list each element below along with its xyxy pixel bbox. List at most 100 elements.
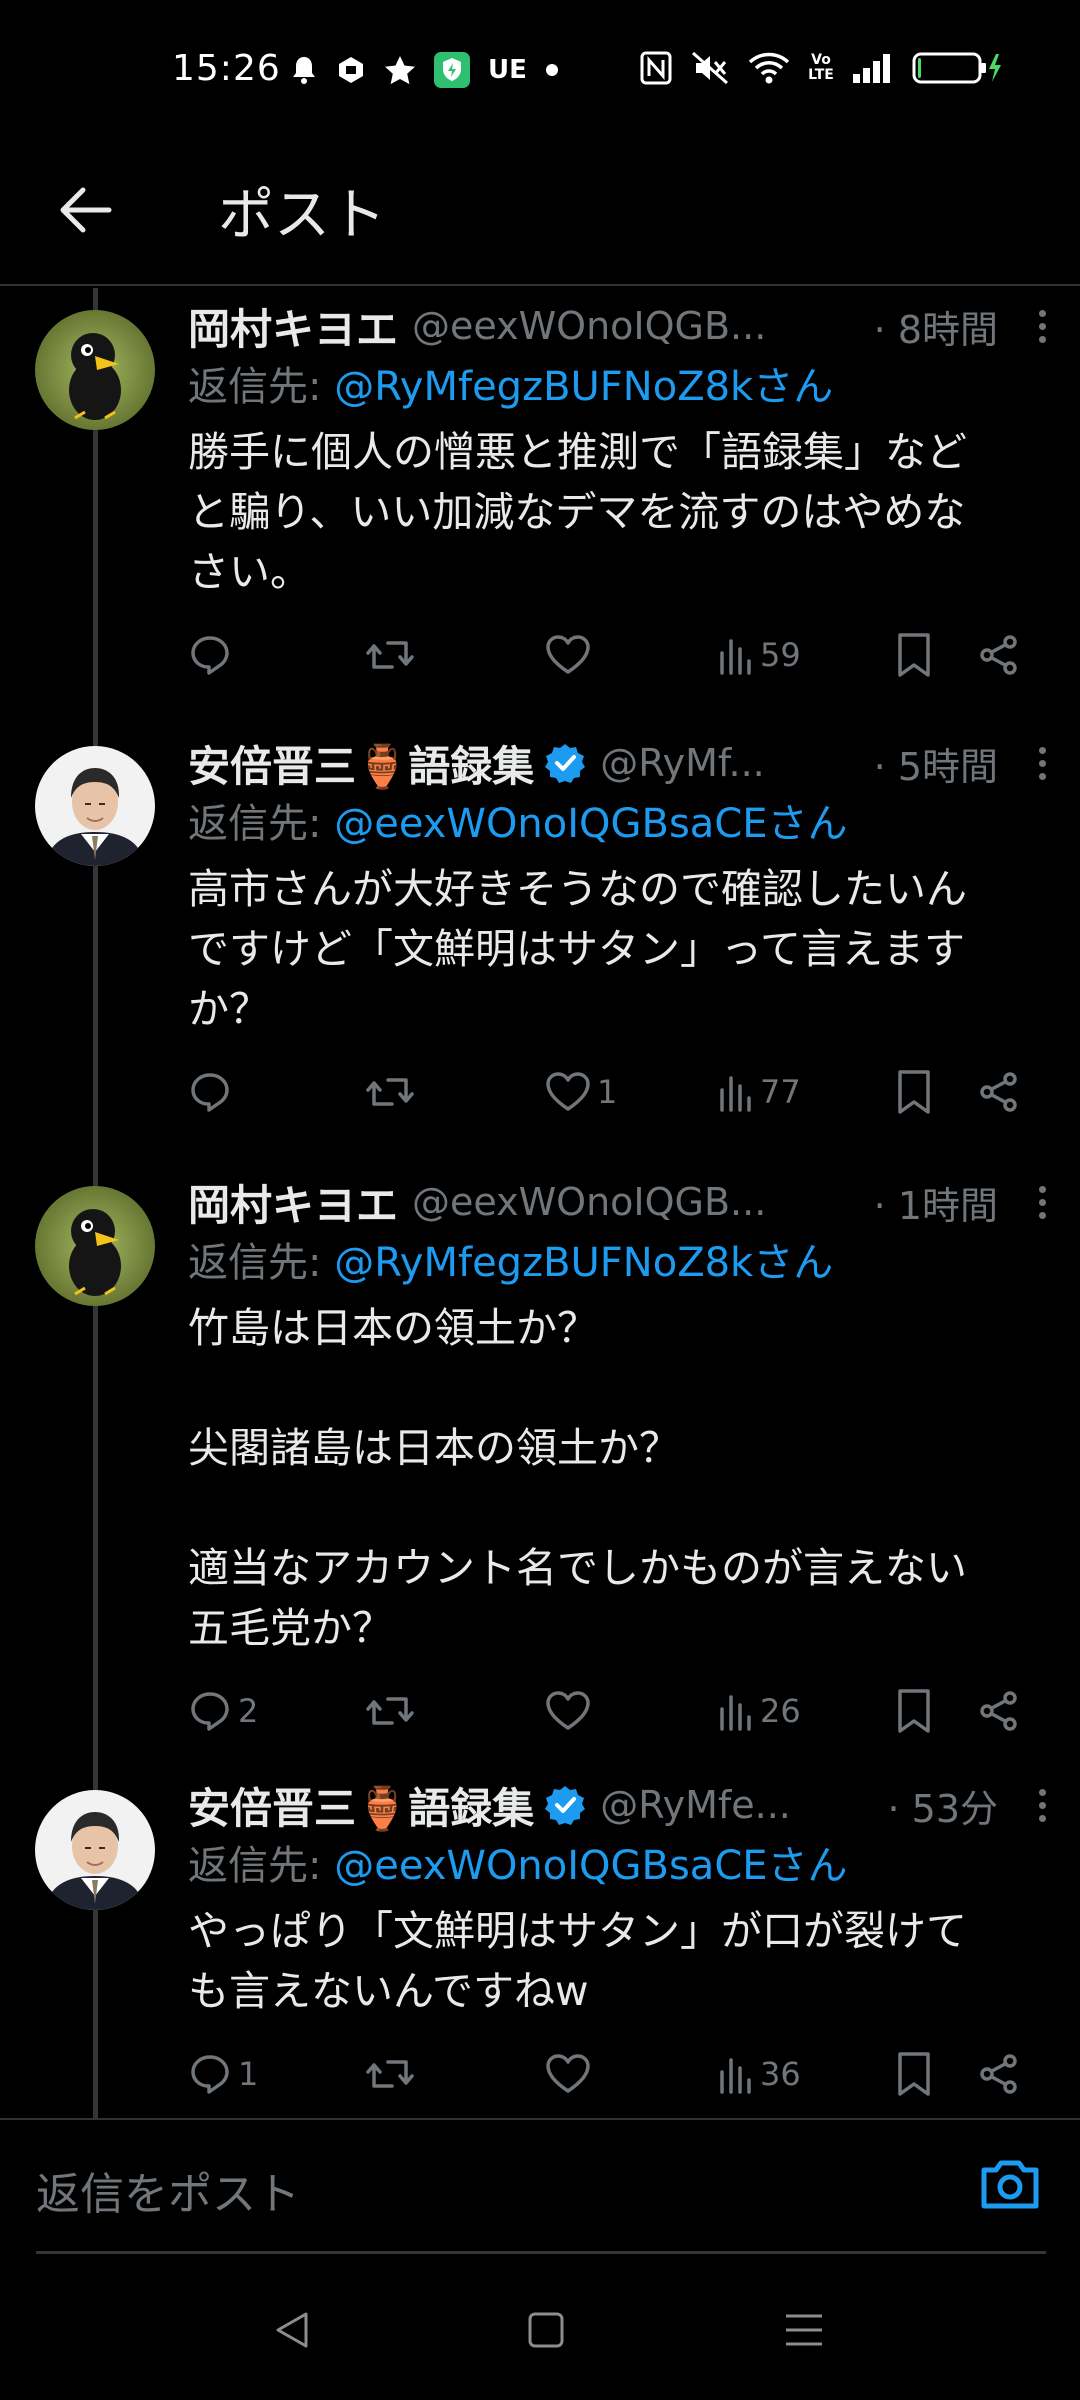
status-time: 15:26 xyxy=(172,48,281,89)
bookmark-icon xyxy=(896,1688,932,1734)
like-button[interactable] xyxy=(545,1676,597,1746)
like-button[interactable] xyxy=(545,620,597,690)
view-count: 59 xyxy=(760,636,801,674)
reply-to-prefix: 返信先: xyxy=(188,1843,335,1889)
reply-icon xyxy=(188,1070,232,1114)
display-name[interactable]: 岡村キヨエ xyxy=(188,296,398,357)
post-body: 安倍晋三🏺語録集 @RyMfe... · 53分 返信先: @eexWOnoIQ… xyxy=(188,1775,1052,2109)
more-options-button[interactable] xyxy=(1032,309,1052,343)
reply-mention-link[interactable]: @RyMfegzBUFNoZ8kさん xyxy=(334,364,833,410)
reply-placeholder: 返信をポスト xyxy=(36,2169,300,2220)
avatar[interactable] xyxy=(35,1790,155,1910)
avatar[interactable] xyxy=(35,310,155,430)
post-header: 安倍晋三🏺語録集 @RyMfe... · 53分 xyxy=(188,1775,1052,1835)
post-header: 岡村キヨエ @eexWOnoIQGB... · 8時間 xyxy=(188,296,1052,356)
reply-composer: 返信をポスト xyxy=(0,2118,1080,2258)
analytics-icon xyxy=(718,2054,754,2094)
views-button[interactable]: 59 xyxy=(718,620,801,690)
reply-to-prefix: 返信先: xyxy=(188,1240,335,1286)
display-name[interactable]: 岡村キヨエ xyxy=(188,1172,398,1233)
more-dot-icon xyxy=(1038,759,1046,767)
reply-mention-link[interactable]: @eexWOnoIQGBsaCEさん xyxy=(334,801,847,847)
view-count: 77 xyxy=(760,1073,801,1111)
heart-icon xyxy=(545,2053,591,2095)
wifi-icon xyxy=(748,51,790,85)
nav-menu-button[interactable] xyxy=(776,2302,832,2358)
repost-button[interactable] xyxy=(364,1676,422,1746)
reply-input[interactable]: 返信をポスト xyxy=(36,2120,1046,2254)
square-home-icon xyxy=(528,2312,564,2348)
user-handle[interactable]: @eexWOnoIQGB... xyxy=(412,304,864,348)
more-dot-icon xyxy=(1038,309,1046,317)
shield-icon xyxy=(434,52,470,88)
bookmark-button[interactable] xyxy=(896,620,932,690)
user-handle[interactable]: @RyMf... xyxy=(600,741,863,785)
avatar[interactable] xyxy=(35,1186,155,1306)
more-options-button[interactable] xyxy=(1032,746,1052,780)
more-dot-icon xyxy=(1038,1185,1046,1193)
more-dot-icon xyxy=(1038,746,1046,754)
views-button[interactable]: 77 xyxy=(718,1057,801,1127)
like-button[interactable] xyxy=(545,2039,597,2109)
repost-button[interactable] xyxy=(364,620,422,690)
user-handle[interactable]: @eexWOnoIQGB... xyxy=(412,1180,864,1224)
share-button[interactable] xyxy=(978,1057,1020,1127)
more-dot-icon xyxy=(1038,1211,1046,1219)
share-button[interactable] xyxy=(978,1676,1020,1746)
repost-icon xyxy=(364,2052,416,2096)
page-title: ポスト xyxy=(218,183,386,248)
bookmark-button[interactable] xyxy=(896,1057,932,1127)
share-button[interactable] xyxy=(978,2039,1020,2109)
avatar[interactable] xyxy=(35,746,155,866)
reply-button[interactable]: 2 xyxy=(188,1676,258,1746)
back-button[interactable] xyxy=(50,175,120,245)
post-text: 勝手に個人の憎悪と推測で「語録集」など と騙り、いい加減なデマを流すのはやめな … xyxy=(188,428,967,596)
repost-icon xyxy=(364,1070,416,1114)
reply-button[interactable]: 1 xyxy=(188,2039,258,2109)
reply-mention-link[interactable]: @eexWOnoIQGBsaCEさん xyxy=(334,1843,847,1889)
app-icon xyxy=(336,55,366,85)
signal-icon xyxy=(852,52,894,84)
like-count: 1 xyxy=(597,1073,618,1111)
post-actions: 1 36 xyxy=(188,2039,1052,2109)
repost-button[interactable] xyxy=(364,1057,422,1127)
post-header: 安倍晋三🏺語録集 @RyMf... · 5時間 xyxy=(188,733,1052,793)
views-button[interactable]: 36 xyxy=(718,2039,801,2109)
display-name[interactable]: 安倍晋三🏺語録集 xyxy=(188,733,534,794)
repost-button[interactable] xyxy=(364,2039,422,2109)
like-button[interactable]: 1 xyxy=(545,1057,617,1127)
verified-badge-icon xyxy=(544,1784,586,1826)
arrow-left-icon xyxy=(60,187,112,233)
share-icon xyxy=(978,1690,1020,1732)
reply-button[interactable] xyxy=(188,1057,238,1127)
more-dot-icon xyxy=(1038,335,1046,343)
camera-button[interactable] xyxy=(978,2152,1042,2216)
post-header: 岡村キヨエ @eexWOnoIQGB... · 1時間 xyxy=(188,1172,1052,1232)
system-nav-bar xyxy=(0,2258,1080,2400)
nav-back-button[interactable] xyxy=(264,2302,320,2358)
share-button[interactable] xyxy=(978,620,1020,690)
post-body: 岡村キヨエ @eexWOnoIQGB... · 8時間 返信先: @RyMfeg… xyxy=(188,296,1052,690)
more-dot-icon xyxy=(1038,322,1046,330)
mute-icon xyxy=(690,51,730,85)
more-options-button[interactable] xyxy=(1032,1788,1052,1822)
post-body: 安倍晋三🏺語録集 @RyMf... · 5時間 返信先: @eexWOnoIQG… xyxy=(188,733,1052,1127)
notification-bell-icon xyxy=(290,55,318,85)
post-thread: 岡村キヨエ @eexWOnoIQGB... · 8時間 返信先: @RyMfeg… xyxy=(0,288,1080,2118)
more-dot-icon xyxy=(1038,1814,1046,1822)
reply-mention-link[interactable]: @RyMfegzBUFNoZ8kさん xyxy=(334,1240,833,1286)
nav-home-button[interactable] xyxy=(518,2302,574,2358)
post-actions: 2 26 xyxy=(188,1676,1052,1746)
user-handle[interactable]: @RyMfe... xyxy=(600,1783,877,1827)
bookmark-button[interactable] xyxy=(896,2039,932,2109)
reply-to-prefix: 返信先: xyxy=(188,364,335,410)
more-dot-icon xyxy=(1038,1788,1046,1796)
bookmark-button[interactable] xyxy=(896,1676,932,1746)
more-options-button[interactable] xyxy=(1032,1185,1052,1219)
views-button[interactable]: 26 xyxy=(718,1676,801,1746)
reply-count: 1 xyxy=(238,2055,259,2093)
display-name[interactable]: 安倍晋三🏺語録集 xyxy=(188,1775,534,1836)
reply-button[interactable] xyxy=(188,620,238,690)
reply-to-prefix: 返信先: xyxy=(188,801,335,847)
post-time: · 5時間 xyxy=(873,744,998,789)
